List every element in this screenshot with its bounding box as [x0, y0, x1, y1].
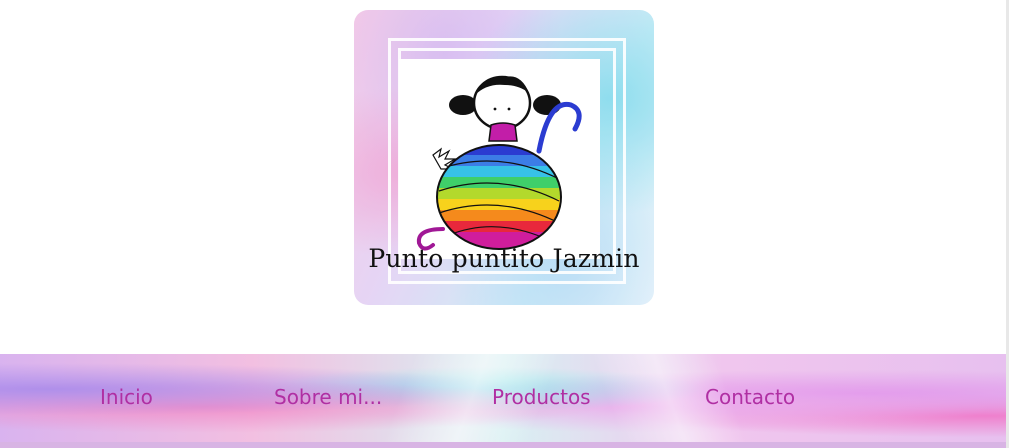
nav-link-productos[interactable]: Productos: [492, 385, 591, 409]
nav-bottom-border: [0, 442, 1006, 448]
logo-image: [399, 59, 600, 259]
main-navigation: Inicio Sobre mi... Productos Contacto: [0, 354, 1006, 442]
site-logo-block[interactable]: Punto puntito Jazmin: [354, 10, 654, 305]
nav-link-inicio[interactable]: Inicio: [100, 385, 153, 409]
nav-link-sobre-mi[interactable]: Sobre mi...: [274, 385, 382, 409]
girl-with-yarn-ball-icon: [416, 75, 582, 251]
nav-link-contacto[interactable]: Contacto: [705, 385, 795, 409]
page: Punto puntito Jazmin Inicio Sobre mi... …: [0, 0, 1009, 448]
site-title[interactable]: Punto puntito Jazmin: [354, 244, 654, 273]
